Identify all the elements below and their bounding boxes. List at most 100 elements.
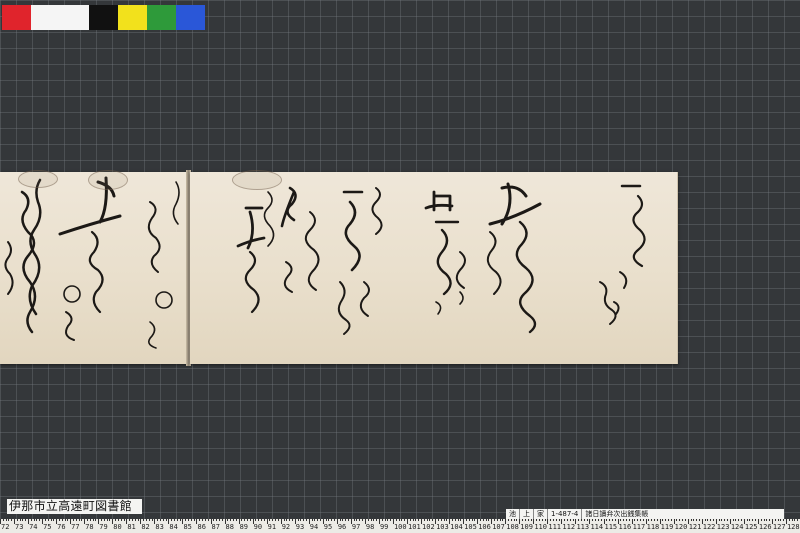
color-swatch-yellow xyxy=(118,5,147,30)
ruler-minor-tick xyxy=(8,519,10,521)
ruler-minor-tick xyxy=(232,519,234,521)
ruler-minor-tick xyxy=(95,519,97,521)
ruler-minor-tick xyxy=(92,519,94,521)
ruler-minor-tick xyxy=(732,519,734,521)
ruler-number: 83 xyxy=(155,523,164,531)
ruler-minor-tick xyxy=(204,519,206,521)
ruler-number: 120 xyxy=(674,523,688,531)
ruler-minor-tick xyxy=(578,519,580,521)
ruler-number: 121 xyxy=(688,523,702,531)
ruler-number: 104 xyxy=(450,523,463,531)
ruler-minor-tick xyxy=(75,519,77,521)
ruler-minor-tick xyxy=(162,519,164,521)
ruler-minor-tick xyxy=(480,519,481,521)
ruler-number: 126 xyxy=(758,523,772,531)
ruler-minor-tick xyxy=(33,519,35,521)
ruler-number: 72 xyxy=(1,523,10,531)
ruler-number: 98 xyxy=(365,523,375,531)
ruler-minor-tick xyxy=(305,519,307,521)
ruler-number: 75 xyxy=(43,523,52,531)
ruler-minor-tick xyxy=(370,519,372,521)
ruler-minor-tick xyxy=(558,519,560,521)
ruler-minor-tick xyxy=(272,519,274,521)
ruler-minor-tick xyxy=(690,519,692,521)
ruler-minor-tick xyxy=(221,519,223,521)
ruler-minor-tick xyxy=(710,519,712,521)
ruler-minor-tick xyxy=(328,519,330,521)
ruler-number: 86 xyxy=(197,523,206,531)
ruler-number: 116 xyxy=(618,523,632,531)
ruler-minor-tick xyxy=(735,519,737,521)
ruler-minor-tick xyxy=(131,519,133,521)
ruler-minor-tick xyxy=(412,519,414,521)
ruler-minor-tick xyxy=(676,519,678,521)
ruler-minor-tick xyxy=(794,519,796,521)
ruler-minor-tick xyxy=(760,519,762,521)
ruler-minor-tick xyxy=(423,519,425,521)
ruler-minor-tick xyxy=(258,519,260,521)
ruler-minor-tick xyxy=(339,519,341,521)
ruler-minor-tick xyxy=(317,519,319,521)
ruler-minor-tick xyxy=(395,519,397,521)
ruler-minor-tick xyxy=(255,519,257,521)
ruler-number: 85 xyxy=(183,523,192,531)
ruler-minor-tick xyxy=(348,519,350,521)
ruler-minor-tick xyxy=(171,519,173,521)
ruler-minor-tick xyxy=(207,519,209,521)
ruler-minor-tick xyxy=(157,519,159,521)
calligraphy-script-left xyxy=(4,176,180,349)
ruler-minor-tick xyxy=(555,519,557,521)
ruler-number: 118 xyxy=(646,523,660,531)
ruler-minor-tick xyxy=(109,519,111,521)
ruler-minor-tick xyxy=(22,519,24,521)
ruler-minor-tick xyxy=(693,519,695,521)
ruler-minor-tick xyxy=(151,519,153,521)
ruler-minor-tick xyxy=(457,519,459,521)
ruler-minor-tick xyxy=(415,519,417,521)
ruler-minor-tick xyxy=(36,519,38,521)
ruler-minor-tick xyxy=(44,519,46,521)
ruler-minor-tick xyxy=(426,519,428,521)
ruler-minor-tick xyxy=(331,519,333,521)
ruler-minor-tick xyxy=(78,519,80,521)
ruler-number: 88 xyxy=(225,523,234,531)
ruler-number: 102 xyxy=(422,523,435,531)
ruler-minor-tick xyxy=(718,519,720,521)
ruler-minor-tick xyxy=(746,519,748,521)
ruler-minor-tick xyxy=(625,519,627,521)
ruler-minor-tick xyxy=(586,519,588,521)
ruler-minor-tick xyxy=(609,519,611,521)
ruler-number: 93 xyxy=(295,523,305,531)
ruler-minor-tick xyxy=(763,519,765,521)
ruler-minor-tick xyxy=(704,519,706,521)
ruler-minor-tick xyxy=(387,519,389,521)
ruler-minor-tick xyxy=(496,519,498,521)
ruler-number: 109 xyxy=(520,523,533,531)
ruler-minor-tick xyxy=(524,519,526,521)
ruler-minor-tick xyxy=(2,519,4,521)
ruler-minor-tick xyxy=(485,519,487,521)
ruler-number: 119 xyxy=(660,523,674,531)
ruler-minor-tick xyxy=(755,519,757,521)
ruler-number: 100 xyxy=(393,523,407,531)
ruler-number: 125 xyxy=(744,523,758,531)
ruler-minor-tick xyxy=(230,519,232,521)
calligraphy-script-right xyxy=(236,182,646,335)
ruler-minor-tick xyxy=(50,519,52,521)
ruler-minor-tick xyxy=(606,519,608,521)
ruler-minor-tick xyxy=(614,519,616,521)
ruler-number: 114 xyxy=(590,523,604,531)
ruler-minor-tick xyxy=(502,519,504,521)
ruler-number: 99 xyxy=(379,523,389,531)
ruler-number: 101 xyxy=(408,523,421,531)
ruler-minor-tick xyxy=(552,519,554,521)
ruler-number: 128 xyxy=(786,523,800,531)
ruler-minor-tick xyxy=(199,519,201,521)
ruler-minor-tick xyxy=(634,519,636,521)
ruler-minor-tick xyxy=(261,519,263,521)
ruler-minor-tick xyxy=(269,519,271,521)
ruler-minor-tick xyxy=(179,519,181,521)
ruler-minor-tick xyxy=(707,519,709,521)
ruler-minor-tick xyxy=(129,519,131,521)
ruler-minor-tick xyxy=(160,519,161,521)
